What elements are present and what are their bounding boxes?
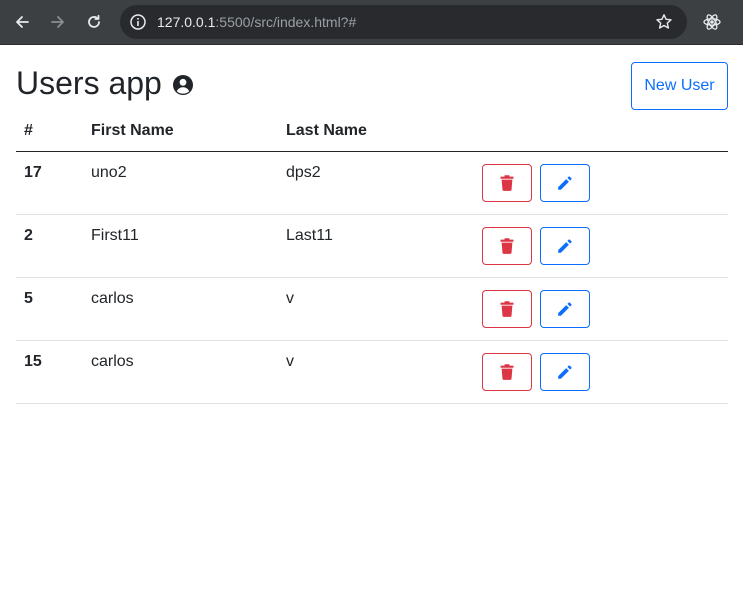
cell-last-name: v	[278, 277, 474, 341]
forward-button[interactable]	[45, 9, 71, 35]
edit-button[interactable]	[540, 226, 590, 265]
delete-button[interactable]	[482, 352, 532, 391]
column-header-first-name: First Name	[83, 112, 278, 152]
trash-icon	[500, 174, 514, 191]
table-row: 17 uno2 dps2	[16, 151, 728, 215]
trash-icon	[500, 363, 514, 380]
arrow-left-icon	[16, 16, 29, 28]
edit-button[interactable]	[540, 163, 590, 202]
cell-actions	[474, 214, 728, 278]
column-header-actions	[474, 112, 728, 152]
column-header-id: #	[16, 112, 83, 152]
delete-button[interactable]	[482, 163, 532, 202]
cell-last-name: v	[278, 340, 474, 404]
row-actions	[482, 226, 720, 265]
table-body: 17 uno2 dps2 2 First11 Last11 5 carlos v 15 carlos…	[16, 151, 728, 404]
table-row: 5 carlos v	[16, 277, 728, 341]
row-actions	[482, 289, 720, 328]
cell-first-name: uno2	[83, 151, 278, 215]
users-table: # First Name Last Name 17 uno2 dps2 2 First1…	[16, 112, 728, 404]
url-path: :5500/src/index.html?#	[215, 14, 357, 30]
cell-id: 17	[16, 151, 83, 215]
pencil-icon	[558, 364, 572, 379]
cell-first-name: carlos	[83, 340, 278, 404]
new-user-button[interactable]: New User	[631, 62, 728, 110]
table-row: 15 carlos v	[16, 340, 728, 404]
info-icon[interactable]	[129, 13, 147, 31]
cell-actions	[474, 277, 728, 341]
table-row: 2 First11 Last11	[16, 214, 728, 278]
page-title-text: Users app	[16, 65, 162, 101]
cell-last-name: dps2	[278, 151, 474, 215]
cell-first-name: First11	[83, 214, 278, 278]
trash-icon	[500, 300, 514, 317]
pencil-icon	[558, 238, 572, 253]
row-actions	[482, 163, 720, 202]
cell-id: 2	[16, 214, 83, 278]
cell-last-name: Last11	[278, 214, 474, 278]
cell-id: 15	[16, 340, 83, 404]
delete-button[interactable]	[482, 289, 532, 328]
delete-button[interactable]	[482, 226, 532, 265]
arrow-right-icon	[51, 16, 64, 28]
cell-actions	[474, 151, 728, 215]
browser-toolbar: 127.0.0.1:5500/src/index.html?#	[0, 0, 743, 45]
pencil-icon	[558, 175, 572, 190]
react-devtools-icon[interactable]	[702, 12, 722, 32]
trash-icon	[500, 237, 514, 254]
pencil-icon	[558, 301, 572, 316]
cell-id: 5	[16, 277, 83, 341]
star-icon[interactable]	[655, 13, 673, 31]
url-text[interactable]: 127.0.0.1:5500/src/index.html?#	[157, 5, 356, 39]
reload-button[interactable]	[81, 9, 107, 35]
reload-icon	[88, 14, 100, 28]
row-actions	[482, 352, 720, 391]
cell-actions	[474, 340, 728, 404]
cell-first-name: carlos	[83, 277, 278, 341]
address-bar[interactable]: 127.0.0.1:5500/src/index.html?#	[120, 5, 687, 39]
page-title: Users app	[16, 63, 194, 103]
table-header-row: # First Name Last Name	[16, 112, 728, 152]
column-header-last-name: Last Name	[278, 112, 474, 152]
back-button[interactable]	[9, 9, 35, 35]
user-circle-icon	[172, 75, 193, 95]
url-host: 127.0.0.1	[157, 14, 216, 30]
edit-button[interactable]	[540, 289, 590, 328]
edit-button[interactable]	[540, 352, 590, 391]
